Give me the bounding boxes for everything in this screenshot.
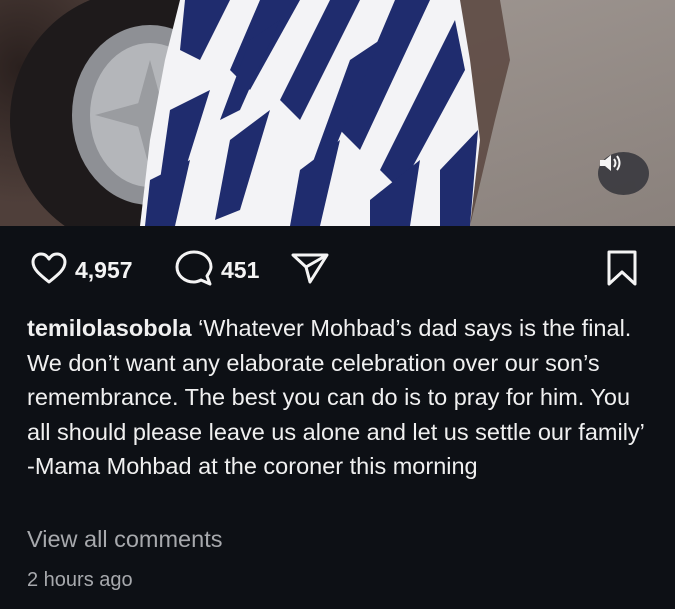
comment-count: 451 xyxy=(221,257,260,283)
post-caption: temilolasobola ‘Whatever Mohbad’s dad sa… xyxy=(27,311,657,484)
like-button[interactable]: 4,957 xyxy=(30,251,133,290)
view-all-comments-link[interactable]: View all comments xyxy=(27,526,222,553)
comment-bubble-icon xyxy=(174,249,214,292)
save-button[interactable] xyxy=(605,249,639,292)
send-icon xyxy=(290,251,330,290)
comment-button[interactable]: 451 xyxy=(174,249,259,292)
post-timestamp: 2 hours ago xyxy=(27,569,133,591)
video-frame-image xyxy=(0,0,675,226)
share-button[interactable] xyxy=(290,251,330,290)
caption-username[interactable]: temilolasobola xyxy=(27,315,192,341)
post-media-video[interactable] xyxy=(0,0,675,226)
like-count: 4,957 xyxy=(75,257,133,283)
post-action-bar: 4,957 451 xyxy=(0,244,675,294)
heart-icon xyxy=(30,251,68,290)
sound-toggle-button[interactable] xyxy=(598,152,649,195)
bookmark-icon xyxy=(605,249,639,292)
